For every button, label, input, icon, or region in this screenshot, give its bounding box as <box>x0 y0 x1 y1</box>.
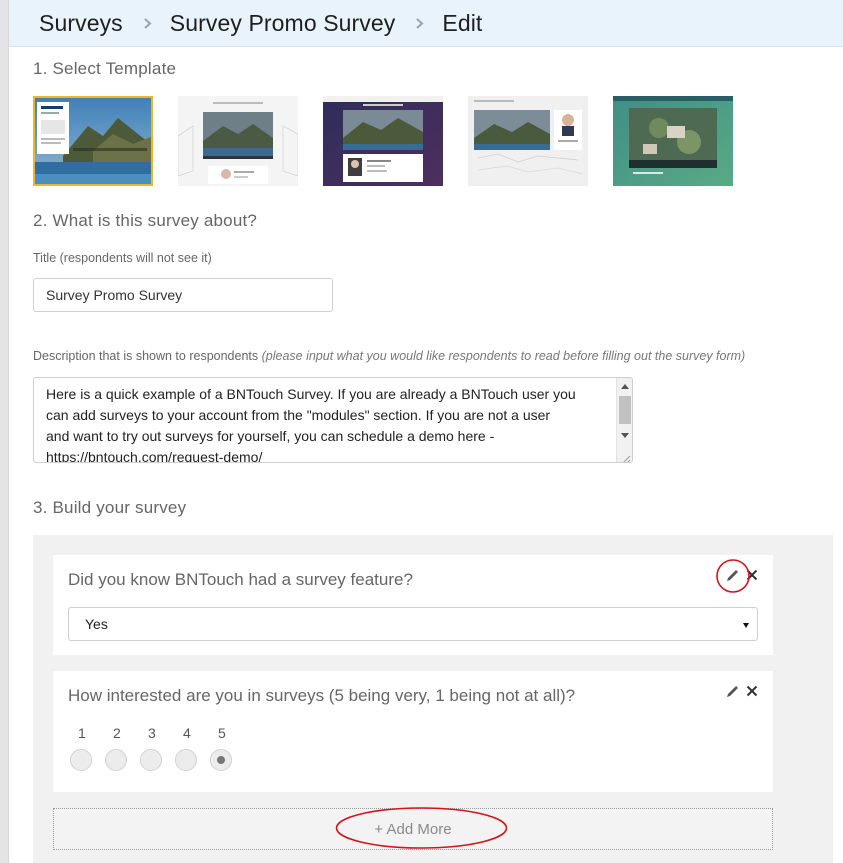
left-sidebar-strip <box>0 0 9 863</box>
description-line: Here is a quick example of a BNTouch Sur… <box>46 386 576 402</box>
rating-radio-5[interactable] <box>210 749 232 771</box>
description-hint: (please input what you would like respon… <box>261 349 746 363</box>
template-thumbnail-3[interactable] <box>323 96 443 186</box>
rating-radio-4[interactable] <box>175 749 197 771</box>
chevron-down-icon <box>743 623 749 628</box>
rating-radio-3[interactable] <box>140 749 162 771</box>
section-build-title: 3. Build your survey <box>33 498 187 517</box>
scrollbar-thumb[interactable] <box>619 396 631 424</box>
template-thumbnail-5[interactable] <box>613 96 733 186</box>
description-line: can add surveys to your account from the… <box>46 407 551 423</box>
survey-title-input[interactable]: Survey Promo Survey <box>33 278 333 312</box>
description-label-text: Description that is shown to respondents <box>33 349 259 363</box>
rating-radio-2[interactable] <box>105 749 127 771</box>
title-label: Title (respondents will not see it) <box>33 251 212 265</box>
breadcrumb-surveys[interactable]: Surveys <box>39 10 123 37</box>
question-actions <box>725 684 759 698</box>
breadcrumb: Surveys Survey Promo Survey Edit <box>9 0 843 47</box>
answer-select-value: Yes <box>85 616 108 632</box>
description-line: https://bntouch.com/request-demo/ <box>46 449 263 463</box>
close-icon[interactable] <box>745 684 759 698</box>
question-actions <box>725 568 759 582</box>
section-select-template-title: 1. Select Template <box>33 59 177 78</box>
breadcrumb-survey-name[interactable]: Survey Promo Survey <box>170 10 396 37</box>
chevron-right-icon <box>414 17 425 29</box>
template-thumbnail-2[interactable] <box>178 96 298 186</box>
description-text: Here is a quick example of a BNTouch Sur… <box>46 384 616 463</box>
pencil-icon[interactable] <box>725 684 739 698</box>
close-icon[interactable] <box>745 568 759 582</box>
rating-label: 3 <box>148 725 156 741</box>
scroll-up-arrow-icon[interactable] <box>621 384 629 389</box>
scroll-down-arrow-icon[interactable] <box>621 433 629 438</box>
template-thumbnail-1[interactable] <box>33 96 153 186</box>
pencil-icon[interactable] <box>725 568 739 582</box>
question-text: Did you know BNTouch had a survey featur… <box>68 570 413 589</box>
question-card-2: How interested are you in surveys (5 bei… <box>53 671 773 792</box>
rating-label: 5 <box>218 725 226 741</box>
description-textarea[interactable]: Here is a quick example of a BNTouch Sur… <box>33 377 633 463</box>
chevron-right-icon <box>142 17 153 29</box>
question-card-1: Did you know BNTouch had a survey featur… <box>53 555 773 655</box>
template-thumbnail-4[interactable] <box>468 96 588 186</box>
add-more-button[interactable]: + Add More <box>53 808 773 850</box>
textarea-scrollbar[interactable] <box>616 378 632 462</box>
description-line: and want to try out surveys for yourself… <box>46 428 495 444</box>
rating-label: 1 <box>78 725 86 741</box>
answer-select[interactable]: Yes <box>68 607 758 641</box>
resize-handle-icon[interactable] <box>621 451 631 462</box>
rating-label: 2 <box>113 725 121 741</box>
section-about-title: 2. What is this survey about? <box>33 211 258 230</box>
description-label: Description that is shown to respondents… <box>33 349 745 363</box>
rating-radio-1[interactable] <box>70 749 92 771</box>
question-text: How interested are you in surveys (5 bei… <box>68 686 576 705</box>
survey-builder: Did you know BNTouch had a survey featur… <box>33 535 833 863</box>
breadcrumb-edit: Edit <box>442 9 483 36</box>
rating-label: 4 <box>183 725 191 741</box>
